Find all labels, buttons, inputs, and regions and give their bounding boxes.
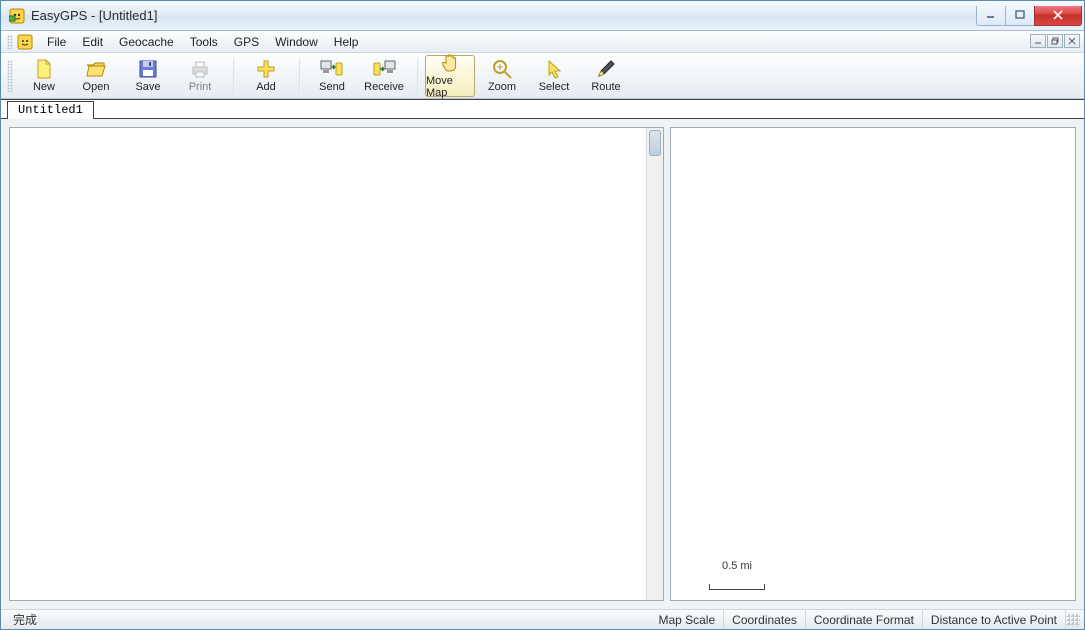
toolbar-separator bbox=[417, 59, 419, 93]
close-button[interactable] bbox=[1034, 6, 1082, 26]
toolbar-label: New bbox=[33, 81, 55, 93]
map-pane[interactable]: 0.5 mi bbox=[670, 127, 1076, 601]
minimize-button[interactable] bbox=[976, 6, 1006, 26]
save-button[interactable]: Save bbox=[123, 55, 173, 97]
pencil-icon bbox=[594, 58, 618, 80]
toolbar-label: Move Map bbox=[426, 75, 474, 99]
status-map-scale[interactable]: Map Scale bbox=[650, 610, 724, 629]
document-tab-strip: Untitled1 bbox=[1, 99, 1084, 119]
print-button[interactable]: Print bbox=[175, 55, 225, 97]
new-file-icon bbox=[32, 58, 56, 80]
toolbar-separator bbox=[299, 59, 301, 93]
toolbar-label: Save bbox=[135, 81, 160, 93]
toolbar-label: Receive bbox=[364, 81, 404, 93]
add-button[interactable]: Add bbox=[241, 55, 291, 97]
menu-gps[interactable]: GPS bbox=[226, 33, 267, 51]
zoom-magnifier-icon bbox=[490, 58, 514, 80]
toolbar-label: Route bbox=[591, 81, 620, 93]
status-coordinate-format[interactable]: Coordinate Format bbox=[806, 610, 923, 629]
menu-help[interactable]: Help bbox=[326, 33, 367, 51]
titlebar: EasyGPS - [Untitled1] bbox=[1, 1, 1084, 31]
toolbar-grip[interactable] bbox=[7, 60, 13, 92]
printer-icon bbox=[188, 58, 212, 80]
add-plus-icon bbox=[254, 58, 278, 80]
main-area: 0.5 mi bbox=[1, 119, 1084, 609]
toolbar: New Open Save Print Add bbox=[1, 53, 1084, 99]
toolbar-label: Print bbox=[189, 81, 212, 93]
menu-edit[interactable]: Edit bbox=[74, 33, 111, 51]
open-button[interactable]: Open bbox=[71, 55, 121, 97]
menu-tools[interactable]: Tools bbox=[182, 33, 226, 51]
maximize-button[interactable] bbox=[1005, 6, 1035, 26]
receive-button[interactable]: Receive bbox=[359, 55, 409, 97]
app-icon bbox=[9, 8, 25, 24]
toolbar-label: Send bbox=[319, 81, 345, 93]
zoom-button[interactable]: Zoom bbox=[477, 55, 527, 97]
doc-icon bbox=[17, 34, 33, 50]
toolbar-separator bbox=[233, 59, 235, 93]
scale-bracket-icon bbox=[709, 584, 765, 590]
menu-window[interactable]: Window bbox=[267, 33, 326, 51]
save-disk-icon bbox=[136, 58, 160, 80]
toolbar-label: Add bbox=[256, 81, 276, 93]
select-button[interactable]: Select bbox=[529, 55, 579, 97]
menubar: File Edit Geocache Tools GPS Window Help bbox=[1, 31, 1084, 53]
menu-geocache[interactable]: Geocache bbox=[111, 33, 182, 51]
vertical-scrollbar[interactable] bbox=[646, 128, 663, 600]
resize-grip-icon[interactable] bbox=[1066, 613, 1080, 627]
menubar-grip[interactable] bbox=[7, 35, 13, 49]
toolbar-label: Open bbox=[83, 81, 110, 93]
toolbar-label: Select bbox=[539, 81, 570, 93]
list-pane[interactable] bbox=[9, 127, 664, 601]
app-window: EasyGPS - [Untitled1] File Edit Geocac bbox=[0, 0, 1085, 630]
status-message: 完成 bbox=[5, 610, 45, 629]
mdi-controls bbox=[1030, 34, 1080, 48]
send-button[interactable]: Send bbox=[307, 55, 357, 97]
status-coordinates[interactable]: Coordinates bbox=[724, 610, 806, 629]
receive-from-gps-icon bbox=[372, 58, 396, 80]
mdi-restore-button[interactable] bbox=[1047, 34, 1063, 48]
status-distance-active[interactable]: Distance to Active Point bbox=[923, 610, 1066, 629]
send-to-gps-icon bbox=[320, 58, 344, 80]
scrollbar-thumb[interactable] bbox=[649, 130, 661, 156]
window-controls bbox=[977, 6, 1082, 26]
window-title: EasyGPS - [Untitled1] bbox=[31, 8, 157, 23]
map-scale-label: 0.5 mi bbox=[722, 560, 752, 572]
route-button[interactable]: Route bbox=[581, 55, 631, 97]
toolbar-label: Zoom bbox=[488, 81, 516, 93]
document-tab[interactable]: Untitled1 bbox=[7, 101, 94, 119]
hand-icon bbox=[438, 52, 462, 74]
mdi-minimize-button[interactable] bbox=[1030, 34, 1046, 48]
movemap-button[interactable]: Move Map bbox=[425, 55, 475, 97]
open-folder-icon bbox=[84, 58, 108, 80]
map-scale-bar: 0.5 mi bbox=[709, 572, 765, 590]
mdi-close-button[interactable] bbox=[1064, 34, 1080, 48]
menu-file[interactable]: File bbox=[39, 33, 74, 51]
cursor-arrow-icon bbox=[542, 58, 566, 80]
new-button[interactable]: New bbox=[19, 55, 69, 97]
statusbar: 完成 Map Scale Coordinates Coordinate Form… bbox=[1, 609, 1084, 629]
